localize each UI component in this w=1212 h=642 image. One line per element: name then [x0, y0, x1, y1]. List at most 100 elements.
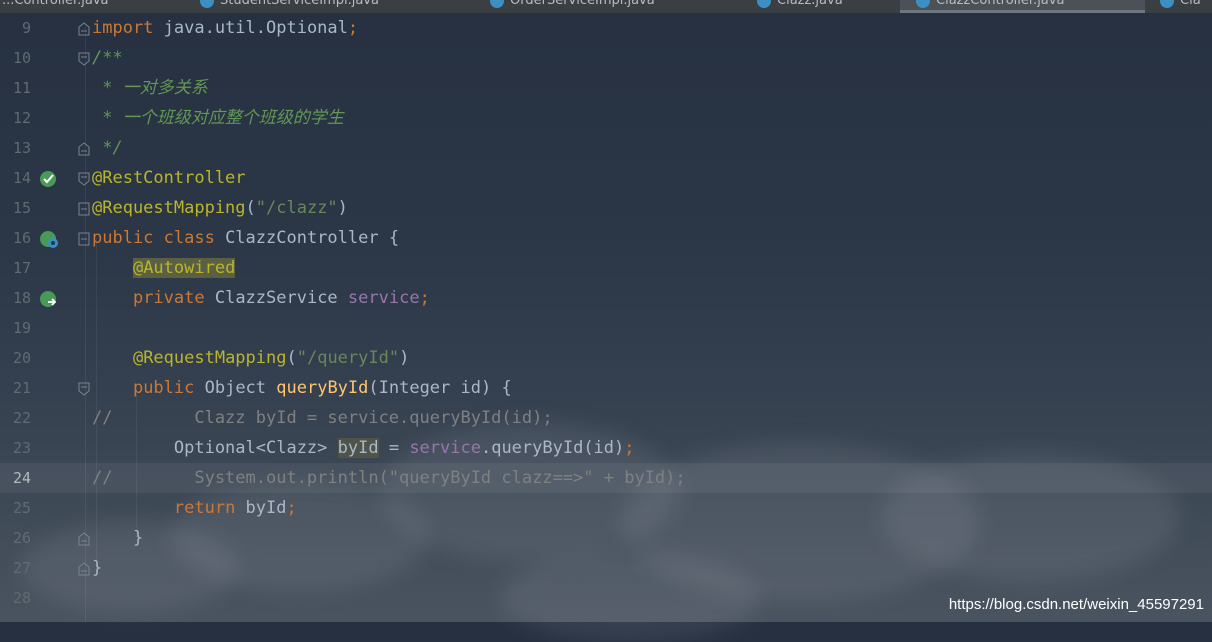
- code-token: java.util.Optional: [163, 18, 348, 38]
- code-line[interactable]: 13 */: [0, 133, 1212, 163]
- line-number[interactable]: 27: [0, 553, 31, 583]
- line-number[interactable]: 18: [0, 283, 31, 313]
- code-line[interactable]: 17 @Autowired: [0, 253, 1212, 283]
- code-token: ;: [419, 288, 430, 308]
- fold-marker-icon[interactable]: [78, 141, 90, 156]
- code-token: queryById: [276, 378, 369, 398]
- line-number[interactable]: 17: [0, 253, 31, 283]
- code-text[interactable]: }: [92, 523, 143, 553]
- code-line[interactable]: 19: [0, 313, 1212, 343]
- tab-student-service-impl[interactable]: StudentServiceImpl.java: [200, 0, 450, 13]
- tab-label: Cla: [1180, 0, 1201, 8]
- code-token: ClazzService: [214, 288, 348, 308]
- line-number[interactable]: 13: [0, 133, 31, 163]
- line-number[interactable]: 24: [0, 463, 31, 493]
- code-line[interactable]: 24 // System.out.println("queryById clazz…: [0, 463, 1212, 493]
- tab-clazz[interactable]: Clazz.java: [757, 0, 887, 13]
- code-line[interactable]: 14 @RestController: [0, 163, 1212, 193]
- tab-controller[interactable]: ...Controller.java: [0, 0, 202, 13]
- code-text[interactable]: @RequestMapping("/clazz"): [92, 193, 348, 223]
- code-text[interactable]: @RestController: [92, 163, 246, 193]
- code-line[interactable]: 11 * 一对多关系: [0, 73, 1212, 103]
- code-text[interactable]: public Object queryById(Integer id) {: [92, 373, 512, 403]
- code-token: (: [245, 198, 256, 218]
- code-line[interactable]: 12 * 一个班级对应整个班级的学生: [0, 103, 1212, 133]
- line-number[interactable]: 11: [0, 73, 31, 103]
- code-token: }: [92, 528, 144, 548]
- tab-clazz-controller[interactable]: ClazzController.java: [900, 0, 1145, 13]
- code-line[interactable]: 16 public class ClazzController {: [0, 223, 1212, 253]
- line-number[interactable]: 22: [0, 403, 31, 433]
- code-text[interactable]: // System.out.println("queryById clazz==…: [92, 463, 686, 493]
- line-number[interactable]: 20: [0, 343, 31, 373]
- code-text[interactable]: @Autowired: [92, 253, 236, 283]
- code-line[interactable]: 23 Optional<Clazz> byId = service.queryB…: [0, 433, 1212, 463]
- code-token: ;: [624, 438, 635, 458]
- line-number[interactable]: 23: [0, 433, 31, 463]
- code-token: }: [92, 558, 103, 578]
- code-token: byId: [245, 498, 287, 518]
- tab-cla[interactable]: Cla: [1160, 0, 1212, 13]
- code-token: ClazzController {: [225, 228, 400, 248]
- code-line[interactable]: 20 @RequestMapping("/queryId"): [0, 343, 1212, 373]
- line-number[interactable]: 15: [0, 193, 31, 223]
- line-number[interactable]: 12: [0, 103, 31, 133]
- fold-marker-icon[interactable]: [78, 21, 90, 36]
- fold-marker-icon[interactable]: [78, 381, 90, 396]
- fold-marker-icon[interactable]: [78, 231, 90, 246]
- java-class-icon: [757, 0, 771, 8]
- code-token: =: [378, 438, 410, 458]
- code-line[interactable]: 18 private ClazzService service;: [0, 283, 1212, 313]
- code-text[interactable]: /**: [92, 43, 123, 73]
- code-token: Optional<Clazz>: [92, 438, 338, 458]
- fold-marker-icon[interactable]: [78, 171, 90, 186]
- code-text[interactable]: public class ClazzController {: [92, 223, 399, 253]
- code-line[interactable]: 21 public Object queryById(Integer id) {: [0, 373, 1212, 403]
- code-text[interactable]: * 一对多关系: [92, 73, 208, 103]
- code-line[interactable]: 25 return byId;: [0, 493, 1212, 523]
- code-line[interactable]: 9 import java.util.Optional;: [0, 13, 1212, 43]
- line-number[interactable]: 9: [0, 13, 31, 43]
- code-token: private: [132, 288, 215, 308]
- tab-order-service-impl[interactable]: OrderServiceImpl.java: [490, 0, 750, 13]
- code-line[interactable]: 26 }: [0, 523, 1212, 553]
- tab-label: Clazz.java: [777, 0, 843, 8]
- code-line[interactable]: 15 @RequestMapping("/clazz"): [0, 193, 1212, 223]
- line-number[interactable]: 25: [0, 493, 31, 523]
- code-text[interactable]: }: [92, 553, 102, 583]
- fold-marker-icon[interactable]: [78, 201, 90, 216]
- java-class-icon: [1160, 0, 1174, 8]
- fold-marker-icon[interactable]: [78, 561, 90, 576]
- code-token: import: [92, 18, 164, 38]
- code-line[interactable]: 27}: [0, 553, 1212, 583]
- code-text[interactable]: private ClazzService service;: [92, 283, 430, 313]
- code-text[interactable]: * 一个班级对应整个班级的学生: [92, 103, 343, 133]
- bean-check-icon[interactable]: [39, 169, 59, 189]
- code-editor[interactable]: 9 import java.util.Optional; 10 /** 11 * 一对多…: [0, 13, 1212, 622]
- code-token: ): [337, 198, 348, 218]
- line-number[interactable]: 14: [0, 163, 31, 193]
- code-line[interactable]: 22 // Clazz byId = service.queryById(id);: [0, 403, 1212, 433]
- code-token: service: [409, 438, 481, 458]
- code-text[interactable]: Optional<Clazz> byId = service.queryById…: [92, 433, 635, 463]
- line-number[interactable]: 28: [0, 583, 31, 613]
- code-token: ;: [286, 498, 297, 518]
- line-number[interactable]: 19: [0, 313, 31, 343]
- code-token: * 一对多关系: [92, 78, 208, 98]
- code-text[interactable]: // Clazz byId = service.queryById(id);: [92, 403, 553, 433]
- code-text[interactable]: import java.util.Optional;: [92, 13, 358, 43]
- line-number[interactable]: 16: [0, 223, 31, 253]
- line-number[interactable]: 26: [0, 523, 31, 553]
- bean-class-icon[interactable]: [39, 229, 59, 249]
- code-text[interactable]: return byId;: [92, 493, 297, 523]
- fold-marker-icon[interactable]: [78, 51, 90, 66]
- code-text[interactable]: @RequestMapping("/queryId"): [92, 343, 409, 373]
- code-text[interactable]: */: [92, 133, 122, 163]
- line-number[interactable]: 10: [0, 43, 31, 73]
- code-line[interactable]: 10 /**: [0, 43, 1212, 73]
- line-number[interactable]: 21: [0, 373, 31, 403]
- fold-marker-icon[interactable]: [78, 531, 90, 546]
- bean-autowired-icon[interactable]: [39, 289, 59, 309]
